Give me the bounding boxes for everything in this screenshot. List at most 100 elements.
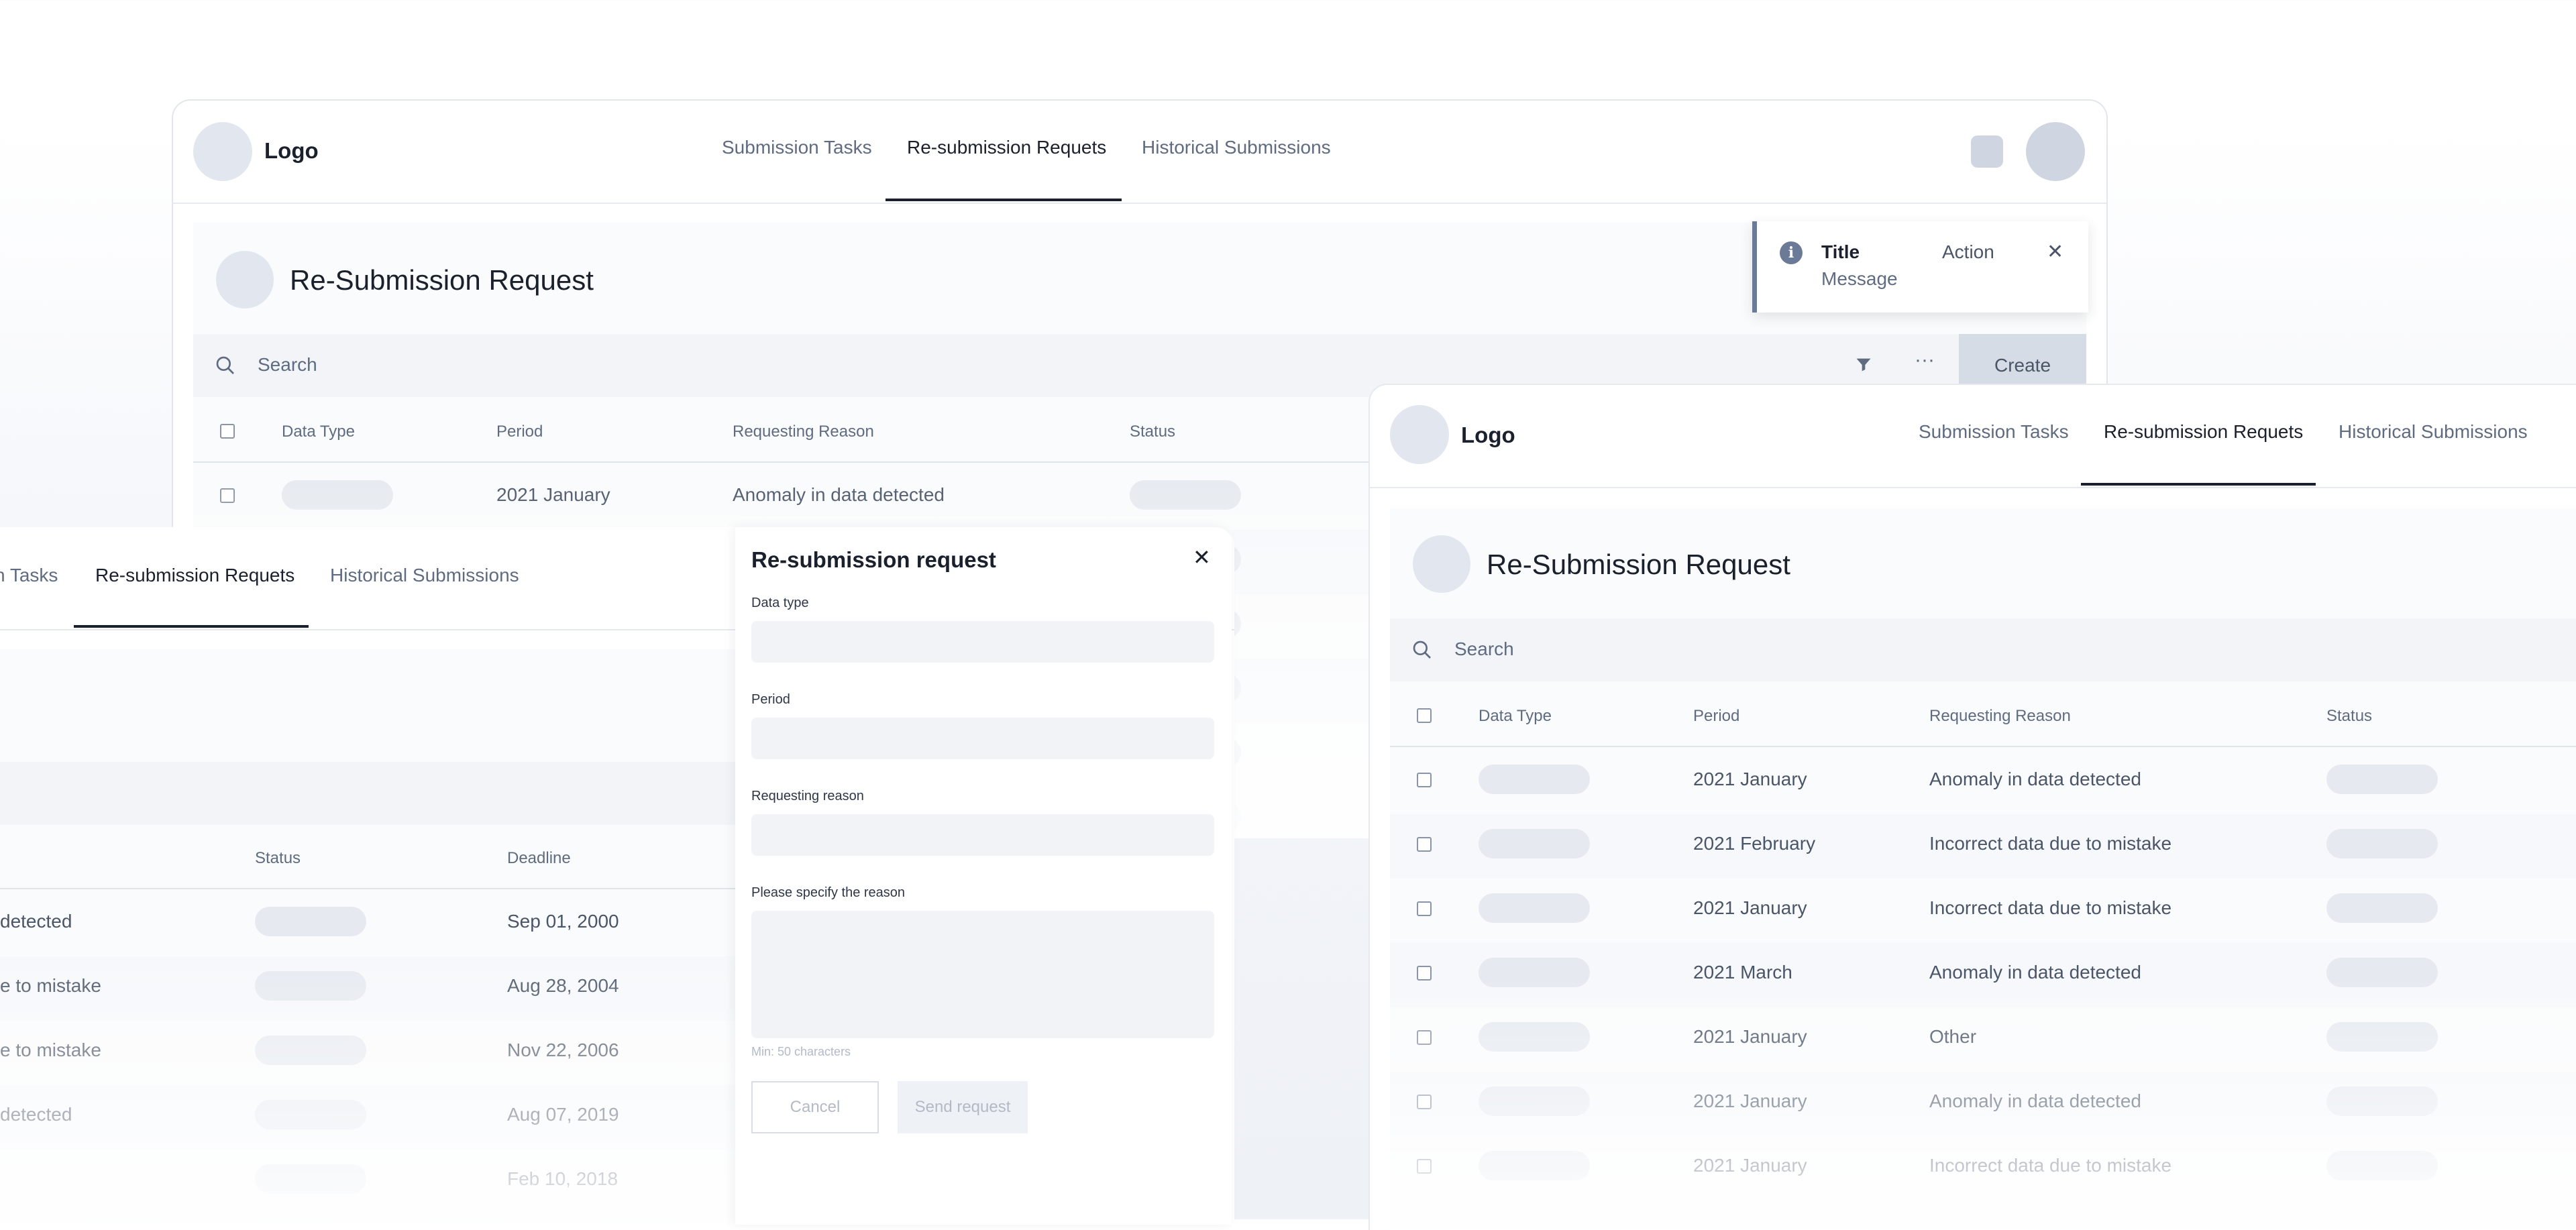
status-badge [255, 1036, 366, 1065]
data-type-field[interactable] [751, 621, 1214, 663]
tab-submission-tasks[interactable]: Submission Tasks [1919, 421, 2069, 443]
status-badge [2326, 893, 2438, 923]
status-badge [255, 907, 366, 936]
data-type-placeholder [1479, 958, 1590, 987]
status-badge [2326, 1151, 2438, 1180]
status-badge [255, 971, 366, 1001]
close-icon[interactable]: ✕ [2047, 240, 2063, 264]
tab-historical-submissions[interactable]: Historical Submissions [1142, 137, 1331, 158]
period-label: Period [751, 692, 790, 707]
data-type-placeholder [282, 480, 393, 510]
min-characters-hint: Min: 50 characters [751, 1045, 851, 1058]
app-header: Logo Submission Tasks Re-submission Requ… [173, 101, 2106, 204]
active-tab-indicator [885, 199, 1122, 201]
table-toolbar: Search [1390, 618, 2576, 681]
row-deadline: Nov 22, 2006 [507, 1040, 619, 1060]
main-window-front: Logo Submission Tasks Re-submission Requ… [1368, 384, 2576, 1230]
row-deadline: Aug 28, 2004 [507, 975, 619, 996]
search-input[interactable]: Search [258, 354, 317, 376]
row-checkbox[interactable] [1417, 901, 1432, 916]
row-reason: Incorrect data due to mistake [1929, 897, 2172, 918]
status-badge [255, 1100, 366, 1129]
search-icon [1413, 640, 1431, 659]
row-reason: Anomaly in data detected [1929, 962, 2141, 983]
row-checkbox[interactable] [1417, 1095, 1432, 1109]
row-reason: Anomaly in data detected [1929, 1091, 2141, 1111]
data-type-label: Data type [751, 596, 809, 610]
select-all-checkbox[interactable] [220, 424, 235, 439]
row-reason: Incorrect data due to mistake [1929, 833, 2172, 854]
reason-field[interactable] [751, 814, 1214, 856]
column-header-status[interactable]: Status [1130, 423, 1175, 441]
column-header-period[interactable]: Period [496, 423, 543, 441]
status-badge [2326, 958, 2438, 987]
data-type-placeholder [1479, 893, 1590, 923]
row-reason: Anomaly in data detected [1929, 769, 2141, 789]
status-badge [1130, 480, 1241, 510]
table-row [0, 1085, 735, 1150]
row-reason: Anomaly in data detected [733, 484, 945, 505]
column-header-period[interactable]: Period [1693, 707, 1739, 726]
column-header-data-type[interactable]: Data Type [282, 423, 355, 441]
row-period: 2021 March [1693, 962, 1792, 983]
tab-resubmission-requests[interactable]: Re-submission Requets [95, 565, 294, 586]
row-period: 2021 January [1693, 897, 1807, 918]
row-period: 2021 January [1693, 769, 1807, 789]
table-toolbar [0, 762, 735, 825]
row-checkbox[interactable] [1417, 1030, 1432, 1045]
column-header-deadline[interactable]: Deadline [507, 849, 571, 868]
send-request-button[interactable]: Send request [898, 1081, 1028, 1133]
row-reason: e to mistake [0, 975, 101, 996]
row-checkbox[interactable] [1417, 966, 1432, 981]
row-deadline: Feb 10, 2018 [507, 1168, 619, 1189]
close-icon[interactable]: ✕ [1193, 545, 1211, 570]
period-field[interactable] [751, 718, 1214, 759]
data-type-placeholder [1479, 1151, 1590, 1180]
row-reason: detected [0, 911, 72, 932]
more-options-icon[interactable]: ··· [1915, 349, 1935, 372]
page-icon [1413, 535, 1470, 593]
resubmission-request-modal: Re-submission request ✕ Data type Period… [735, 527, 1232, 1225]
search-input[interactable]: Search [1454, 638, 1514, 660]
column-header-data-type[interactable]: Data Type [1479, 707, 1552, 726]
row-reason: detected [0, 1104, 72, 1125]
column-header-status[interactable]: Status [255, 849, 301, 868]
row-checkbox[interactable] [220, 488, 235, 503]
row-checkbox[interactable] [1417, 773, 1432, 787]
avatar[interactable] [2026, 122, 2085, 181]
tab-submission-tasks[interactable]: n Tasks [0, 565, 58, 586]
filter-icon[interactable] [1854, 355, 1873, 374]
status-badge [255, 1164, 366, 1194]
notification-icon[interactable] [1971, 135, 2003, 168]
status-badge [2326, 1022, 2438, 1052]
select-all-checkbox[interactable] [1417, 708, 1432, 723]
column-header-reason[interactable]: Requesting Reason [733, 423, 874, 441]
column-header-status[interactable]: Status [2326, 707, 2372, 726]
active-tab-indicator [74, 625, 309, 628]
tab-historical-submissions[interactable]: Historical Submissions [2339, 421, 2528, 443]
status-badge [2326, 1086, 2438, 1116]
header-divider [1390, 746, 2576, 747]
specify-reason-label: Please specify the reason [751, 885, 906, 900]
row-checkbox[interactable] [1417, 1159, 1432, 1174]
tab-resubmission-requests[interactable]: Re-submission Requets [907, 137, 1106, 158]
tab-submission-tasks[interactable]: Submission Tasks [722, 137, 872, 158]
row-period: 2021 February [1693, 833, 1816, 854]
search-icon [216, 356, 234, 374]
toast-action-link[interactable]: Action [1942, 241, 1994, 263]
info-icon: i [1780, 241, 1803, 264]
row-deadline: Sep 01, 2000 [507, 911, 619, 932]
row-checkbox[interactable] [1417, 837, 1432, 852]
row-deadline: Aug 07, 2019 [507, 1104, 619, 1125]
specify-reason-textarea[interactable] [751, 911, 1214, 1038]
toast-notification: i Title Message Action ✕ [1752, 221, 2088, 313]
tab-historical-submissions[interactable]: Historical Submissions [330, 565, 519, 586]
column-header-reason[interactable]: Requesting Reason [1929, 707, 2071, 726]
data-type-placeholder [1479, 765, 1590, 794]
cancel-button[interactable]: Cancel [751, 1081, 879, 1133]
logo-mark [193, 122, 252, 181]
tab-resubmission-requests[interactable]: Re-submission Requets [2104, 421, 2303, 443]
row-period: 2021 January [496, 484, 610, 505]
toast-title: Title [1821, 241, 1860, 262]
modal-title: Re-submission request [751, 547, 996, 572]
